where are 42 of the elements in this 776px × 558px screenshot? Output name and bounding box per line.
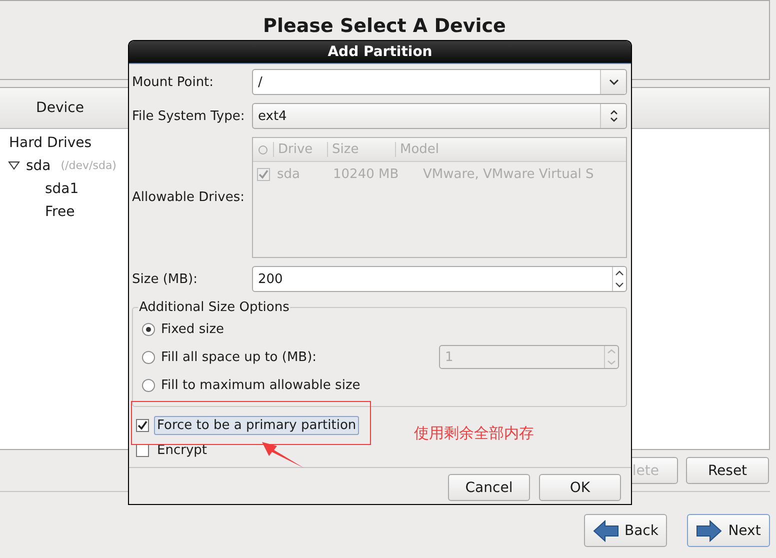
radio-label: Fill all space up to (MB): [161,350,317,364]
up-down-chevron-icon [610,110,618,122]
checkbox-label: Force to be a primary partition [154,416,360,435]
table-cell-text: sda [276,167,301,182]
chevron-down-icon [608,79,618,85]
ok-button[interactable]: OK [539,474,621,501]
field-label: Allowable Drives: [132,190,246,205]
radio-label: Fill to maximum allowable size [161,378,360,392]
expanded-triangle-icon[interactable] [8,161,20,170]
circle-icon [258,144,268,154]
page-title: Please Select A Device [263,15,506,37]
column-title[interactable]: Device [0,100,120,116]
frame-legend: Additional Size Options [138,300,290,315]
field-label: File System Type: [132,108,246,124]
radio-button[interactable] [142,322,155,336]
size-spin-field[interactable]: 200 [252,266,627,292]
file-system-select[interactable]: ext4 [252,103,627,129]
field-label: Size (MB): [132,272,198,286]
panel-button[interactable]: Reset [686,457,769,484]
next-button[interactable]: Next [687,514,770,547]
tree-item[interactable]: sda1 [45,180,79,196]
checkbox[interactable] [136,444,149,457]
tree-item[interactable]: sda [26,158,51,174]
checkbox-label: Encrypt [156,442,208,460]
checkbox[interactable] [136,419,149,432]
table-cell-text: VMware, VMware Virtual S [422,167,595,182]
annotation-arrow [260,441,305,469]
left-arrow-icon [592,520,618,542]
annotation-text: 使用剩余全部内存 [414,424,534,443]
tree-item[interactable]: Hard Drives [9,134,92,150]
radio-label: Fixed size [161,322,224,336]
mount-point-combo[interactable]: / [252,69,627,95]
device-path: (/dev/sda) [60,159,116,172]
cancel-button[interactable]: Cancel [448,474,530,501]
radio-button[interactable] [142,350,155,364]
radio-button[interactable] [142,378,155,392]
back-button[interactable]: Back [584,514,667,547]
dialog-title: Add Partition [328,44,432,60]
right-arrow-icon [696,520,722,542]
tree-item[interactable]: Free [45,204,75,220]
field-label: Mount Point: [132,74,215,90]
table-cell-text: 10240 MB [332,167,400,182]
